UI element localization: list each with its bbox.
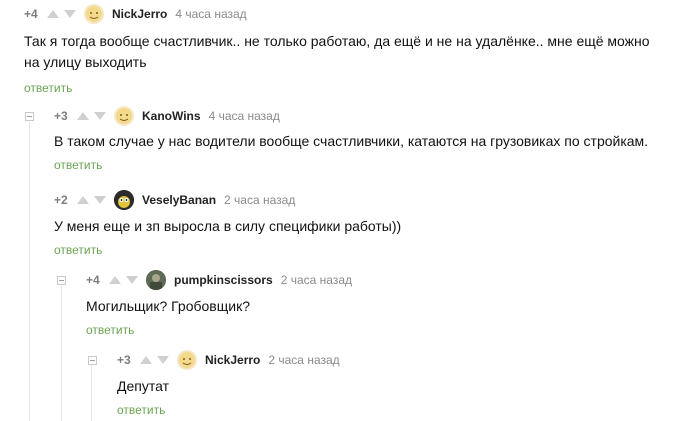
downvote-arrow-icon[interactable]: [125, 275, 139, 285]
author-name[interactable]: pumpkinscissors: [174, 273, 273, 287]
timestamp[interactable]: 2 часа назад: [224, 193, 295, 207]
timestamp[interactable]: 4 часа назад: [175, 7, 246, 21]
comment-text-line: на улицу выходить: [24, 54, 147, 70]
smiley-avatar-icon[interactable]: [177, 350, 197, 370]
downvote-arrow-icon[interactable]: [156, 355, 170, 365]
upvote-arrow-icon[interactable]: [108, 275, 122, 285]
rating: +4: [24, 7, 38, 21]
timestamp[interactable]: 2 часа назад: [268, 353, 339, 367]
timestamp[interactable]: 4 часа назад: [209, 109, 280, 123]
comment-text: Могильщик? Гробовщик?: [86, 296, 250, 317]
comment-text-line: Могильщик? Гробовщик?: [86, 298, 250, 314]
rating: +2: [54, 193, 68, 207]
author-name[interactable]: NickJerro: [205, 353, 260, 367]
downvote-arrow-icon[interactable]: [63, 9, 77, 19]
comment-text-line: В таком случае у нас водители вообще сча…: [54, 133, 649, 149]
upvote-arrow-icon[interactable]: [46, 9, 60, 19]
upvote-arrow-icon[interactable]: [139, 355, 153, 365]
author-name[interactable]: KanoWins: [142, 109, 201, 123]
smiley-avatar-icon[interactable]: [114, 106, 134, 126]
upvote-arrow-icon[interactable]: [76, 111, 90, 121]
comment-text-line: Депутат: [117, 378, 169, 394]
author-name[interactable]: NickJerro: [112, 7, 167, 21]
downvote-arrow-icon[interactable]: [93, 195, 107, 205]
rating: +4: [86, 273, 100, 287]
thread-line: [61, 285, 62, 421]
reply-link[interactable]: ответить: [117, 403, 165, 417]
reply-link[interactable]: ответить: [54, 158, 102, 172]
thread-line: [91, 365, 92, 421]
timestamp[interactable]: 2 часа назад: [281, 273, 352, 287]
thread-line: [29, 122, 30, 421]
comment-text-line: У меня еще и зп выросла в силу специфики…: [54, 218, 402, 234]
collapse-toggle-icon[interactable]: [88, 356, 97, 365]
comment-text-line: Так я тогда вообще счастливчик.. не толь…: [24, 33, 650, 49]
comment-text: Депутат: [117, 376, 169, 397]
collapse-toggle-icon[interactable]: [57, 276, 66, 285]
comment-text: В таком случае у нас водители вообще сча…: [54, 131, 648, 152]
rating: +3: [54, 109, 68, 123]
cartoon-avatar-icon[interactable]: [114, 190, 134, 210]
author-name[interactable]: VeselyBanan: [142, 193, 216, 207]
comment-text: У меня еще и зп выросла в силу специфики…: [54, 216, 401, 237]
reply-link[interactable]: ответить: [54, 243, 102, 257]
reply-link[interactable]: ответить: [24, 81, 72, 95]
smiley-avatar-icon[interactable]: [84, 4, 104, 24]
reply-link[interactable]: ответить: [86, 323, 134, 337]
downvote-arrow-icon[interactable]: [93, 111, 107, 121]
photo-avatar-icon[interactable]: [146, 270, 166, 290]
rating: +3: [117, 353, 131, 367]
collapse-toggle-icon[interactable]: [25, 112, 34, 121]
comment-text: Так я тогда вообще счастливчик.. не толь…: [24, 31, 650, 73]
upvote-arrow-icon[interactable]: [76, 195, 90, 205]
